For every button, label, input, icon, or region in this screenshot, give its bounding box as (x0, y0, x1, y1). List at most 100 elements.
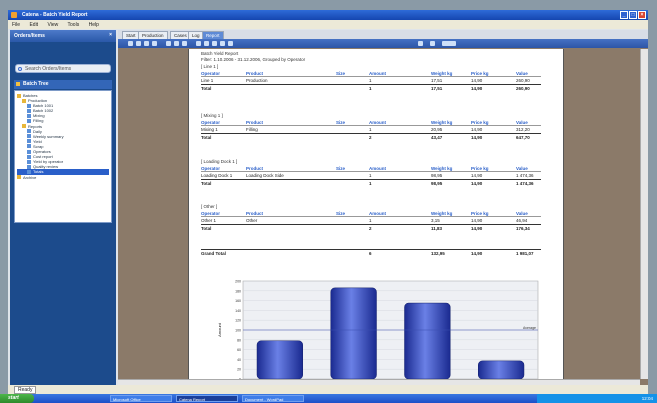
document-icon (27, 118, 31, 123)
last-page-icon[interactable] (152, 41, 157, 46)
folder-icon (16, 82, 20, 86)
minimize-button[interactable]: _ (620, 11, 628, 19)
table-cell: Loading Dock 1 (201, 173, 233, 178)
grand-total: Grand Total 6 132,95 14,90 1 981,07 (201, 249, 541, 256)
table-cell: Operator (201, 120, 221, 125)
menu-tools[interactable]: Tools (68, 22, 80, 28)
taskbar-item[interactable]: Catena Report (176, 395, 238, 402)
vertical-scrollbar[interactable] (640, 49, 648, 379)
tree-section-title[interactable]: Batch Tree (14, 80, 112, 89)
table-cell: 17,51 (431, 78, 443, 83)
table-cell: 260,90 (516, 78, 530, 83)
search-report-icon[interactable] (212, 41, 217, 46)
table-cell: 14,90 (471, 86, 483, 91)
table-cell: Amount (369, 120, 386, 125)
report-title: Batch Yield Report (201, 51, 239, 56)
table-cell: 20,95 (431, 127, 443, 132)
table-cell: 1 (369, 173, 372, 178)
export-icon[interactable] (174, 41, 179, 46)
application-window: Catena - Batch Yield Report _ □ × File E… (8, 10, 648, 394)
close-icon[interactable]: × (109, 32, 112, 38)
maximize-button[interactable]: □ (629, 11, 637, 19)
search-input[interactable]: Search Orders/Items (15, 64, 111, 73)
sidebar-header: Orders/Items × (10, 30, 116, 42)
zoom-out-icon[interactable] (204, 41, 209, 46)
table-cell: Product (246, 211, 264, 216)
document-icon (27, 144, 31, 149)
app-icon (11, 12, 17, 18)
taskbar-item[interactable]: Document - WordPad (242, 395, 304, 402)
y-tick-label: 200 (235, 280, 241, 284)
bar (478, 360, 525, 380)
y-tick-label: 140 (235, 309, 241, 313)
close-button[interactable]: × (638, 11, 646, 19)
next-page-icon[interactable] (144, 41, 149, 46)
tree-item[interactable]: Archive (17, 175, 109, 180)
taskbar: start Microsoft Office Catena Report Doc… (0, 394, 657, 403)
title-bar: Catena - Batch Yield Report _ □ × (8, 10, 648, 20)
y-tick-label: 20 (237, 368, 241, 372)
bar (404, 302, 451, 380)
y-tick-label: 180 (235, 289, 241, 293)
table-cell: Value (516, 166, 528, 171)
table-cell: 1 (369, 218, 372, 223)
table-row: Other 1 Other 1 3,15 14,90 46,94 (201, 217, 541, 224)
y-tick-label: 120 (235, 319, 241, 323)
table-cell: Size (336, 211, 346, 216)
table-cell: Weight kg (431, 166, 453, 171)
tab-production[interactable]: Production (138, 31, 168, 39)
status-text: Ready (14, 386, 37, 394)
table-cell: Grand Total (201, 251, 226, 256)
y-tick-label: 60 (237, 348, 241, 352)
document-icon (27, 164, 31, 169)
folder-icon (17, 93, 21, 98)
menu-edit[interactable]: Edit (29, 22, 38, 28)
total-row: Total 1 98,95 14,90 1 474,36 (201, 179, 541, 186)
table-cell: Price kg (471, 211, 489, 216)
table-cell: 11,83 (431, 226, 443, 231)
bar-chart: 020406080100120140160180200Line 1Loading… (217, 280, 539, 385)
table-cell: 1 (369, 181, 372, 186)
table-cell: 6 (369, 251, 372, 256)
system-tray: 12:04 (537, 394, 657, 403)
page-setup-icon[interactable] (220, 41, 225, 46)
table-cell: 176,34 (516, 226, 530, 231)
save-icon[interactable] (182, 41, 187, 46)
table-header-row: Operator Product Size Amount Weight kg Price … (201, 119, 541, 126)
table-header-row: Operator Product Size Amount Weight kg Price … (201, 70, 541, 77)
refresh-icon[interactable] (228, 41, 233, 46)
table-cell: 1 (369, 86, 372, 91)
y-axis-label: Amount (217, 322, 222, 337)
table-cell: 14,90 (471, 78, 483, 83)
taskbar-item[interactable]: Microsoft Office (110, 395, 172, 402)
document-icon (27, 113, 31, 118)
menu-bar: File Edit View Tools Help (8, 20, 648, 29)
table-cell: 1 (369, 127, 372, 132)
tab-report[interactable]: Report (202, 31, 224, 39)
table-cell: 43,47 (431, 135, 443, 140)
print-icon[interactable] (166, 41, 171, 46)
table-cell: Price kg (471, 71, 489, 76)
table-row: Mixing 1 Filling 1 20,95 14,90 312,20 (201, 126, 541, 133)
menu-help[interactable]: Help (89, 22, 99, 28)
table-header-row: Operator Product Size Amount Weight kg Price … (201, 165, 541, 172)
zoom-dropdown[interactable] (442, 41, 456, 46)
table-cell: 14,90 (471, 127, 483, 132)
zoom-in-icon[interactable] (196, 41, 201, 46)
window-title: Catena - Batch Yield Report (22, 12, 88, 18)
menu-view[interactable]: View (47, 22, 58, 28)
table-cell: Production (246, 78, 268, 83)
document-icon (27, 159, 31, 164)
report-group: [ Loading Dock 1 ] Operator Product Size Amo… (201, 159, 541, 186)
table-cell: Weight kg (431, 120, 453, 125)
settings-icon[interactable] (430, 41, 435, 46)
first-page-icon[interactable] (128, 41, 133, 46)
table-cell: Mixing 1 (201, 127, 218, 132)
help-icon[interactable] (418, 41, 423, 46)
table-cell: 17,51 (431, 86, 443, 91)
previous-page-icon[interactable] (136, 41, 141, 46)
table-cell: 14,90 (471, 173, 483, 178)
tab-start[interactable]: Start (122, 31, 140, 39)
menu-file[interactable]: File (12, 22, 20, 28)
start-button[interactable]: start (0, 394, 34, 403)
